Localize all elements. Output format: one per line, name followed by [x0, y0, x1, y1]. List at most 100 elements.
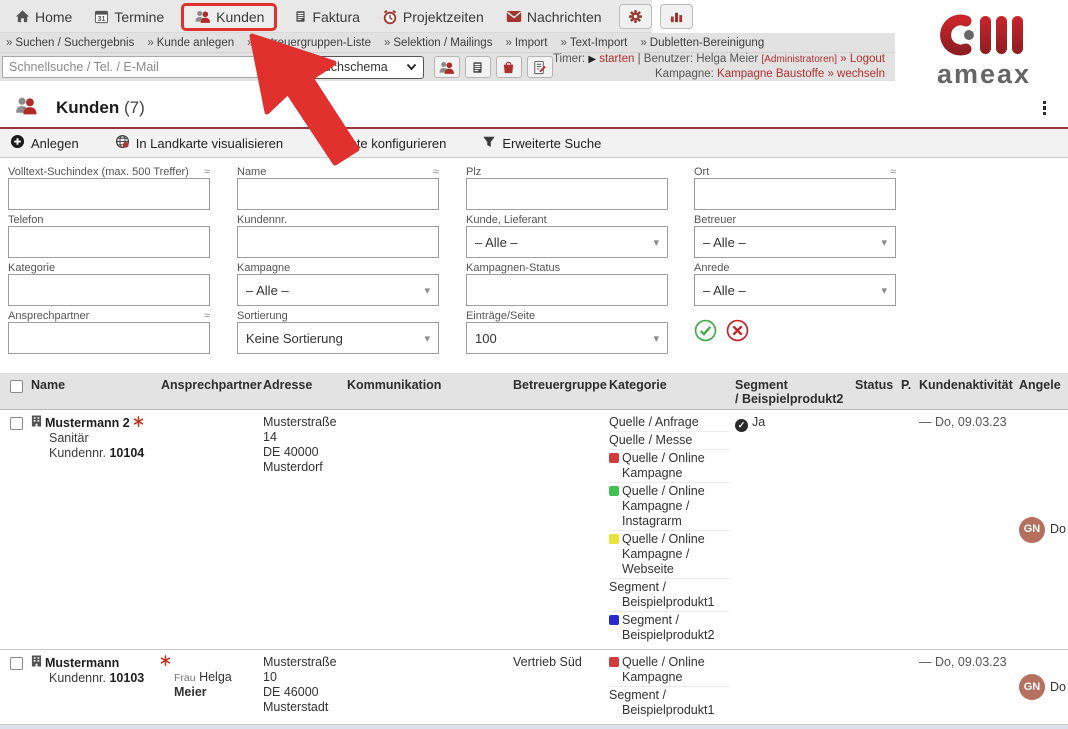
filter-label: Kampagne [237, 262, 291, 274]
kebab-menu-icon[interactable] [1035, 97, 1055, 120]
filter-label-row: Kampagne [237, 261, 439, 274]
submenu-item[interactable]: » Selektion / Mailings [384, 37, 492, 49]
nav-item-einstellungen[interactable] [618, 4, 652, 29]
nav-item-home[interactable]: Home [10, 6, 77, 28]
table-row[interactable]: ARANES GmbH & Co. KGFrau Viola Rotttmeie… [0, 724, 1068, 729]
table-row[interactable]: Mustermann Kundennr. 10103 Frau Helga Meie… [0, 649, 1068, 725]
chevron-down-icon [406, 63, 417, 71]
filter-label-row: Einträge/Seite [466, 309, 668, 322]
chevron-sep: » [383, 36, 391, 49]
customer-name[interactable]: Mustermann [31, 655, 155, 671]
chevron-sep: » [247, 36, 254, 49]
filter-select-value: – Alle – [703, 282, 746, 298]
submenu-item[interactable]: » Kunde anlegen [147, 37, 234, 49]
customer-number: Kundennr. 10104 [49, 445, 145, 460]
created-date: Do [1050, 522, 1066, 537]
submenu-item[interactable]: » Betreuergruppen-Liste [247, 37, 371, 49]
search-schema-select[interactable]: Suchschema [308, 55, 424, 79]
filter-label-row: Ort ≈ [694, 165, 896, 178]
reset-filter-button[interactable] [726, 319, 749, 355]
filter-input-kampagnen-status[interactable] [466, 274, 668, 306]
column-header: Kommunikation [344, 373, 510, 409]
column-header: Betreuergruppe [510, 373, 607, 409]
nav-item-projektzeiten[interactable]: Projektzeiten [377, 6, 489, 28]
column-header: Angele [1016, 373, 1068, 409]
filter-label-row: Name ≈ [237, 165, 439, 178]
submenu-item[interactable]: » Suchen / Suchergebnis [6, 37, 134, 49]
action-landkarte[interactable]: In Landkarte visualisieren [115, 134, 283, 152]
customer-name[interactable]: Mustermann 2 [31, 415, 155, 431]
quick-button-note-icon[interactable] [526, 56, 553, 78]
category-item: Quelle / Online Kampagne / Webseite [609, 532, 729, 579]
filter-input-volltext[interactable] [8, 178, 210, 210]
filter-input-plz[interactable] [466, 178, 668, 210]
filter-select-sortierung[interactable]: Keine Sortierung ▾ [237, 322, 439, 354]
column-header: P. [898, 373, 916, 409]
filter-input-ort[interactable] [694, 178, 896, 210]
gear-icon [628, 9, 643, 24]
quick-button-customers-icon[interactable] [433, 56, 460, 78]
building-icon [31, 415, 45, 431]
filter-select-kampagne[interactable]: – Alle – ▾ [237, 274, 439, 306]
table-row[interactable]: Mustermann 2 Sanitär Kundennr. 10104 Muste… [0, 409, 1068, 650]
row-checkbox[interactable] [10, 656, 23, 670]
select-all-checkbox[interactable] [10, 380, 23, 393]
quick-button-bag-icon[interactable] [495, 56, 522, 78]
quick-button-invoice-icon[interactable] [464, 56, 491, 78]
chart-icon [669, 9, 684, 24]
submenu-item[interactable]: » Dubletten-Bereinigung [640, 37, 764, 49]
filter-select-kunde-lieferant[interactable]: – Alle – ▾ [466, 226, 668, 258]
submenu-item-label: Kunde anlegen [156, 36, 235, 49]
customer-subtitle: Sanitär [49, 430, 89, 445]
contact-cell [158, 410, 260, 649]
segment-cell [732, 650, 852, 724]
category-label: Quelle / Online Kampagne [622, 450, 705, 480]
timer-start-link[interactable]: starten [599, 53, 634, 65]
action-erweiterte-suche[interactable]: Erweiterte Suche [482, 135, 601, 152]
filter-field-ansprechpartner: Ansprechpartner ≈ [8, 307, 237, 355]
communication-cell [344, 650, 510, 724]
filter-select-betreuer[interactable]: – Alle – ▾ [694, 226, 896, 258]
action-liste-konfigurieren[interactable]: Liste konfigurieren [319, 134, 446, 152]
campaign-switch-link[interactable]: » wechseln [827, 68, 885, 80]
logout-link[interactable]: » Logout [840, 53, 885, 65]
contact-last-name: Meier [174, 684, 207, 699]
submenu-item[interactable]: » Text-Import [560, 37, 627, 49]
filter-input-kategorie[interactable] [8, 274, 210, 306]
chevron-sep: » [640, 36, 647, 49]
filter-input-name[interactable] [237, 178, 439, 210]
action-anlegen[interactable]: Anlegen [10, 134, 79, 152]
filter-label-row: Kampagnen-Status [466, 261, 668, 274]
search-schema-value: Suchschema [315, 60, 388, 74]
filter-label-row: Anrede [694, 261, 896, 274]
nav-item-label: Home [35, 8, 73, 25]
invoice-icon [294, 9, 307, 24]
filter-label: Anrede [694, 262, 730, 274]
filter-input-telefon[interactable] [8, 226, 210, 258]
row-checkbox[interactable] [10, 416, 23, 430]
filter-input-kundennr[interactable] [237, 226, 439, 258]
nav-item-termine[interactable]: 31 Termine [89, 6, 169, 28]
apply-filter-button[interactable] [694, 319, 717, 355]
column-header-label: Status [855, 378, 894, 392]
address-cell: Gregor-Meyer-Str. 19DE 93089Aufhausen be… [260, 725, 344, 729]
category-label: Quelle / Online Kampagne [622, 654, 705, 684]
nav-item-statistik[interactable] [659, 4, 693, 29]
submenu-item[interactable]: » Import [505, 37, 547, 49]
column-header-label: Ansprechpartner [161, 378, 262, 392]
betreuergruppe-cell: Vertrieb Süd [513, 654, 582, 669]
filter-label: Volltext-Suchindex (max. 500 Treffer) [8, 166, 189, 178]
submenu-item-label: Selektion / Mailings [393, 36, 493, 49]
nav-item-kunden[interactable]: Kunden [181, 2, 278, 31]
filter-label: Plz [466, 166, 482, 178]
filter-select-anrede[interactable]: – Alle – ▾ [694, 274, 896, 306]
nav-item-nachrichten[interactable]: Nachrichten [501, 6, 607, 28]
quick-search-input[interactable] [2, 56, 273, 78]
building-icon [31, 655, 45, 671]
nav-item-faktura[interactable]: Faktura [289, 6, 364, 28]
filter-select-eintraege-seite[interactable]: 100 ▾ [466, 322, 668, 354]
address-line: DE 46000 [263, 684, 319, 699]
filter-input-ansprechpartner[interactable] [8, 322, 210, 354]
segment-value: Ja [752, 414, 766, 429]
filter-field-kundennr: Kundennr. [237, 211, 466, 259]
